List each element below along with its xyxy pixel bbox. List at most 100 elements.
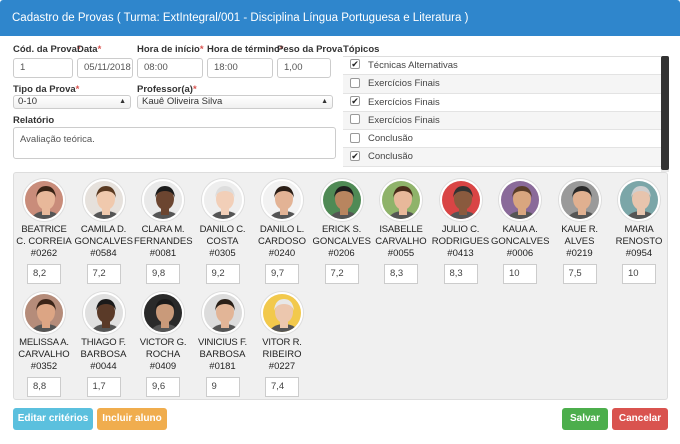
topic-label: Conclusão bbox=[368, 133, 413, 145]
topic-row[interactable]: ✔ Conclusão bbox=[343, 148, 669, 167]
termino-label: Hora de término* bbox=[207, 44, 284, 55]
cancel-button[interactable]: Cancelar bbox=[612, 408, 668, 430]
student-card: DANILO C. COSTA #0305 9,2 bbox=[194, 179, 252, 284]
student-avatar bbox=[23, 292, 65, 334]
student-avatar bbox=[201, 292, 244, 334]
checkbox-unchecked[interactable] bbox=[350, 132, 360, 143]
edit-criteria-button[interactable]: Editar critérios bbox=[13, 408, 93, 430]
checkbox-checked[interactable]: ✔ bbox=[350, 59, 360, 70]
topic-label: Exercícios Finais bbox=[368, 96, 440, 108]
student-avatar bbox=[499, 179, 541, 221]
student-code: #0219 bbox=[566, 248, 593, 259]
student-card: VINICIUS F. BARBOSA #0181 9 bbox=[194, 292, 252, 397]
topics-scrollbar-thumb[interactable] bbox=[661, 56, 669, 170]
students-panel: BEATRICE C. CORREIA #0262 8,2 CAMILA D. GONCA… bbox=[13, 172, 668, 400]
checkbox-checked[interactable]: ✔ bbox=[350, 150, 360, 161]
topic-row[interactable]: Conclusão bbox=[343, 130, 669, 149]
student-last-name: RIBEIRO bbox=[262, 349, 302, 360]
grade-input[interactable]: 1,7 bbox=[86, 377, 121, 397]
grade-input[interactable]: 8,8 bbox=[27, 377, 61, 397]
student-code: #0006 bbox=[506, 248, 534, 259]
topic-row[interactable]: Exercícios Finais bbox=[343, 75, 669, 94]
grade-input[interactable]: 7,5 bbox=[562, 264, 597, 284]
checkbox-unchecked[interactable] bbox=[350, 114, 360, 125]
student-first-name: VICTOR G. bbox=[139, 337, 187, 348]
topic-row[interactable]: ✔ Técnicas Alternativas bbox=[343, 57, 669, 76]
student-avatar bbox=[201, 179, 244, 221]
student-card: KAUA A. GONCALVES #0006 10 bbox=[491, 179, 549, 284]
checkbox-unchecked[interactable] bbox=[350, 77, 360, 88]
grade-input[interactable]: 8,3 bbox=[443, 264, 478, 284]
cod-input[interactable]: 1 bbox=[13, 58, 73, 78]
select-arrow-icon: ▲ bbox=[321, 98, 328, 105]
grade-input[interactable]: 7,4 bbox=[265, 377, 299, 397]
student-code: #0954 bbox=[625, 248, 653, 259]
student-last-name: CARVALHO bbox=[375, 236, 427, 247]
student-code: #0584 bbox=[90, 248, 117, 259]
data-input[interactable]: 05/11/2018 bbox=[77, 58, 133, 78]
student-first-name: VITOR R. bbox=[262, 337, 302, 348]
save-button[interactable]: Salvar bbox=[562, 408, 608, 430]
topics-list: ✔ Técnicas Alternativas Exercícios Finais ✔… bbox=[343, 56, 669, 172]
student-last-name: GONCALVES bbox=[491, 236, 550, 247]
peso-input[interactable]: 1,00 bbox=[277, 58, 331, 78]
add-student-button[interactable]: Incluir aluno bbox=[97, 408, 167, 430]
student-avatar bbox=[618, 179, 660, 221]
student-card: VITOR R. RIBEIRO #0227 7,4 bbox=[253, 292, 311, 397]
student-card: ISABELLE CARVALHO #0055 8,3 bbox=[372, 179, 430, 284]
topic-label: Exercícios Finais bbox=[368, 114, 440, 126]
student-last-name: GONCALVES bbox=[312, 236, 371, 247]
relatorio-textarea[interactable]: Avaliação teórica. bbox=[13, 127, 336, 159]
student-last-name: GONCALVES bbox=[74, 236, 133, 247]
grade-input[interactable]: 7,2 bbox=[324, 264, 359, 284]
check-icon: ✔ bbox=[351, 96, 359, 107]
grade-input[interactable]: 7,2 bbox=[86, 264, 121, 284]
student-last-name: CARDOSO bbox=[257, 236, 307, 247]
grade-input[interactable]: 10 bbox=[622, 264, 656, 284]
student-first-name: KAUE R. bbox=[561, 224, 598, 235]
cod-label: Cód. da Prova* bbox=[13, 44, 81, 55]
tipo-select[interactable]: 0-10 ▲ bbox=[13, 95, 131, 109]
checkbox-checked[interactable]: ✔ bbox=[350, 96, 360, 107]
student-first-name: ISABELLE bbox=[379, 224, 423, 235]
grade-input[interactable]: 8,2 bbox=[27, 264, 61, 284]
inicio-input[interactable]: 08:00 bbox=[137, 58, 203, 78]
student-last-name: COSTA bbox=[206, 236, 239, 247]
grade-input[interactable]: 10 bbox=[503, 264, 537, 284]
topic-label: Conclusão bbox=[368, 151, 413, 163]
peso-label: Peso da Prova bbox=[277, 44, 343, 55]
grade-input[interactable]: 8,3 bbox=[384, 264, 418, 284]
grade-input[interactable]: 9,8 bbox=[146, 264, 180, 284]
student-code: #0413 bbox=[447, 248, 474, 259]
grade-input[interactable]: 9,6 bbox=[146, 377, 180, 397]
select-arrow-icon: ▲ bbox=[119, 98, 126, 105]
student-last-name: BARBOSA bbox=[80, 349, 127, 360]
student-first-name: BEATRICE bbox=[21, 224, 67, 235]
student-code: #0240 bbox=[268, 248, 296, 259]
professor-label: Professor(a)* bbox=[137, 84, 197, 95]
termino-input[interactable]: 18:00 bbox=[207, 58, 273, 78]
student-last-name: RODRIGUES bbox=[431, 236, 490, 247]
student-last-name: RENOSTO bbox=[615, 236, 663, 247]
topics-label: Tópicos bbox=[343, 44, 380, 55]
grade-input[interactable]: 9 bbox=[205, 377, 240, 397]
student-card: JULIO C. RODRIGUES #0413 8,3 bbox=[432, 179, 490, 284]
student-card: VICTOR G. ROCHA #0409 9,6 bbox=[134, 292, 192, 397]
tipo-label: Tipo da Prova* bbox=[13, 84, 80, 95]
student-first-name: MELISSA A. bbox=[19, 337, 69, 348]
student-avatar bbox=[261, 292, 303, 334]
topic-row[interactable]: ✔ Exercícios Finais bbox=[343, 94, 669, 112]
topic-row[interactable]: Exercícios Finais bbox=[343, 111, 669, 131]
student-last-name: FERNANDES bbox=[134, 236, 193, 247]
check-icon: ✔ bbox=[351, 150, 359, 161]
professor-select[interactable]: Kauê Oliveira Silva ▲ bbox=[137, 95, 333, 109]
student-avatar bbox=[142, 292, 184, 334]
student-first-name: MARIA bbox=[624, 224, 654, 235]
grade-input[interactable]: 9,2 bbox=[205, 264, 240, 284]
student-first-name: JULIO C. bbox=[441, 224, 480, 235]
student-code: #0206 bbox=[328, 248, 355, 259]
student-card: MARIA RENOSTO #0954 10 bbox=[610, 179, 668, 284]
student-last-name: BARBOSA bbox=[199, 349, 246, 360]
student-avatar bbox=[439, 179, 482, 221]
grade-input[interactable]: 9,7 bbox=[265, 264, 299, 284]
